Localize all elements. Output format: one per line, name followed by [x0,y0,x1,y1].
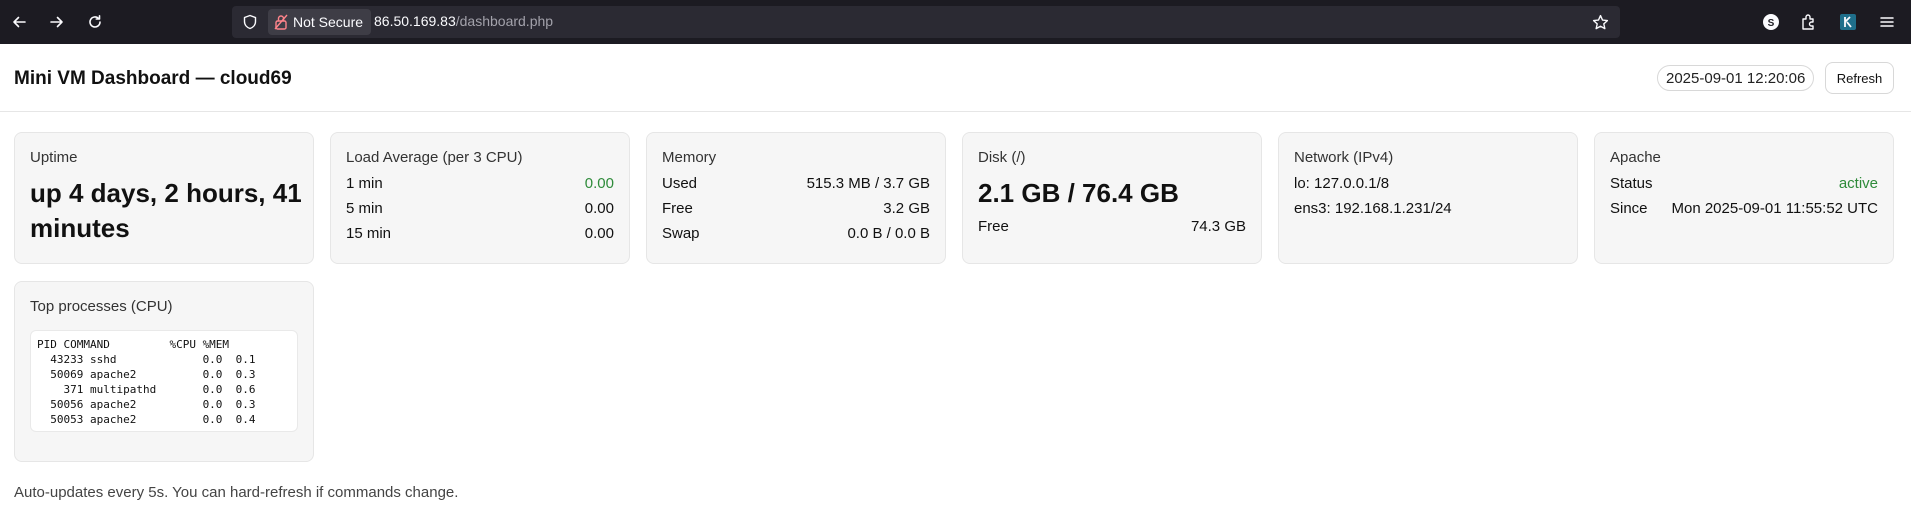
network-line-lo: lo: 127.0.0.1/8 [1294,175,1390,192]
process-row: 50053 apache2 0.0 0.4 [37,413,256,426]
star-icon [1592,14,1608,29]
reload-button[interactable] [81,8,109,36]
disk-card-title: Disk (/) [978,149,1026,166]
network-card: Network (IPv4) lo: 127.0.0.1/8 ens3: 192… [1278,132,1578,264]
load-average-card-title: Load Average (per 3 CPU) [346,149,523,166]
top-processes-card-title: Top processes (CPU) [30,298,173,315]
back-button[interactable] [5,8,33,36]
shield-icon[interactable] [240,12,260,32]
forward-arrow-icon [50,16,63,28]
memory-card: Memory Used 515.3 MB / 3.7 GB Free 3.2 G… [646,132,946,264]
memory-label: Free [662,200,693,217]
apache-status-value: active [1838,175,1878,192]
process-list: PID COMMAND %CPU %MEM 43233 sshd 0.0 0.1… [30,330,298,432]
memory-row-free: Free 3.2 GB [662,200,930,220]
account-button[interactable]: S [1760,11,1782,33]
apache-row-since: Since Mon 2025-09-01 11:55:52 UTC [1610,200,1878,220]
disk-free-label: Free [978,218,1009,235]
app-menu-button[interactable] [1876,11,1898,33]
account-icon: S [1763,14,1779,30]
process-row: 371 multipathd 0.0 0.6 [37,383,256,396]
not-secure-label: Not Secure [293,14,364,30]
load-value: 0.00 [584,175,614,192]
extension-badge-button[interactable] [1837,11,1859,33]
apache-since-label: Since [1610,200,1648,217]
memory-card-title: Memory [662,149,717,166]
memory-label: Swap [662,225,700,242]
broken-lock-icon [274,14,288,30]
auto-update-note: Auto-updates every 5s. You can hard-refr… [14,484,459,501]
memory-row-swap: Swap 0.0 B / 0.0 B [662,225,930,245]
url-text[interactable]: 86.50.169.83/dashboard.php [374,13,553,29]
browser-toolbar: Not Secure 86.50.169.83/dashboard.php S [0,0,1911,44]
load-average-card: Load Average (per 3 CPU) 1 min 0.00 5 mi… [330,132,630,264]
url-bar[interactable]: Not Secure 86.50.169.83/dashboard.php [232,6,1620,38]
extensions-button[interactable] [1798,11,1820,33]
load-row-1min: 1 min 0.00 [346,175,614,195]
back-arrow-icon [13,16,26,28]
uptime-value-line1: up 4 days, 2 hours, 41 [30,178,302,208]
memory-row-used: Used 515.3 MB / 3.7 GB [662,175,930,195]
load-row-5min: 5 min 0.00 [346,200,614,220]
page-title: Mini VM Dashboard — cloud69 [14,68,292,89]
disk-free-value: 74.3 GB [1190,218,1246,235]
load-label: 5 min [346,200,383,217]
memory-value: 0.0 B / 0.0 B [847,225,930,242]
load-value: 0.00 [584,200,614,217]
forward-button[interactable] [43,8,71,36]
apache-since-value: Mon 2025-09-01 11:55:52 UTC [1671,200,1878,217]
reload-icon [89,15,101,28]
uptime-card: Uptime up 4 days, 2 hours, 41 minutes [14,132,314,264]
svg-text:S: S [1768,18,1775,29]
extensions-icon [1802,14,1814,30]
refresh-button[interactable]: Refresh [1825,62,1894,94]
uptime-card-title: Uptime [30,149,78,166]
extension-badge-icon [1840,14,1856,30]
load-label: 1 min [346,175,383,192]
disk-usage-value: 2.1 GB / 76.4 GB [978,178,1179,208]
url-path: /dashboard.php [455,13,554,29]
uptime-value-line2: minutes [30,213,130,243]
apache-row-status: Status active [1610,175,1878,195]
apache-card-title: Apache [1610,149,1661,166]
menu-icon [1880,17,1894,27]
load-row-15min: 15 min 0.00 [346,225,614,245]
load-label: 15 min [346,225,392,242]
process-row: 43233 sshd 0.0 0.1 [37,353,256,366]
load-value: 0.00 [584,225,614,242]
timestamp-badge: 2025-09-01 12:20:06 [1657,65,1815,91]
bookmark-star-button[interactable] [1590,12,1610,32]
network-card-title: Network (IPv4) [1294,149,1394,166]
memory-value: 515.3 MB / 3.7 GB [806,175,930,192]
top-processes-card: Top processes (CPU) PID COMMAND %CPU %ME… [14,281,314,462]
apache-card: Apache Status active Since Mon 2025-09-0… [1594,132,1894,264]
apache-status-label: Status [1610,175,1653,192]
process-row: 50056 apache2 0.0 0.3 [37,398,256,411]
disk-row-free: Free 74.3 GB [978,218,1246,238]
memory-label: Used [662,175,698,192]
memory-value: 3.2 GB [883,200,930,217]
page-header: Mini VM Dashboard — cloud69 2025-09-01 1… [0,44,1911,112]
disk-card: Disk (/) 2.1 GB / 76.4 GB Free 74.3 GB [962,132,1262,264]
url-host: 86.50.169.83 [374,13,456,29]
process-header-row: PID COMMAND %CPU %MEM [37,338,230,351]
network-line-ens3: ens3: 192.168.1.231/24 [1294,200,1452,217]
not-secure-indicator[interactable]: Not Secure [268,9,372,35]
process-row: 50069 apache2 0.0 0.3 [37,368,256,381]
